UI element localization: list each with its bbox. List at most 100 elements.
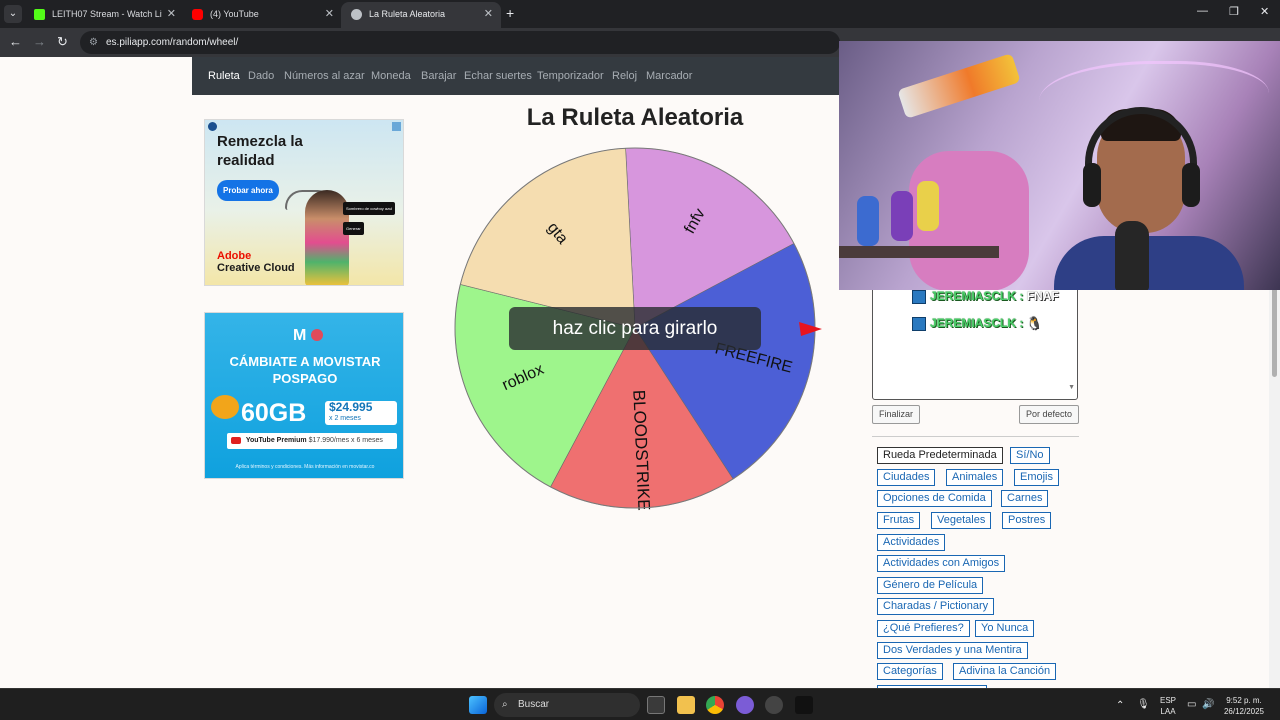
ad-cta-button[interactable]: Probar ahora bbox=[217, 180, 279, 201]
clock[interactable]: 9:52 p. m. 26/12/2025 bbox=[1222, 695, 1266, 717]
chat-message: JEREMIASCLK : 🐧 bbox=[930, 316, 1042, 330]
forward-icon[interactable]: → bbox=[33, 34, 46, 49]
address-bar[interactable]: ⚙ es.piliapp.com/random/wheel/ bbox=[80, 31, 840, 54]
file-explorer-icon[interactable] bbox=[677, 696, 695, 714]
scroll-down-icon[interactable]: ▼ bbox=[1068, 384, 1075, 391]
reload-icon[interactable]: ↻ bbox=[57, 34, 68, 50]
ad-offer-badge-icon bbox=[211, 395, 239, 419]
taskbar-search[interactable]: ⌕ Buscar bbox=[494, 693, 640, 717]
tab-title: (4) YouTube bbox=[210, 9, 259, 19]
ad-prompt-chip: Sombrero de cowboy azul bbox=[343, 202, 396, 215]
preset-rueda-predeterminada[interactable]: Rueda Predeterminada bbox=[877, 447, 1003, 464]
kick-icon bbox=[34, 9, 45, 20]
volume-icon[interactable]: 🔊 bbox=[1202, 699, 1214, 710]
nav-numeros[interactable]: Números al azar bbox=[284, 70, 365, 82]
movistar-logo: M bbox=[293, 327, 307, 344]
streamer-shirt bbox=[1054, 236, 1244, 290]
preset-ciudades[interactable]: Ciudades bbox=[877, 469, 936, 486]
headphone-cup bbox=[1182, 163, 1200, 207]
adchoices-icon[interactable] bbox=[392, 122, 401, 131]
network-icon[interactable]: ▭ bbox=[1187, 699, 1196, 710]
chat-username: JEREMIASCLK bbox=[930, 289, 1017, 303]
keyboard-layout: LAA bbox=[1160, 707, 1176, 716]
preset-postres[interactable]: Postres bbox=[1002, 512, 1052, 529]
nav-moneda[interactable]: Moneda bbox=[371, 70, 411, 82]
site-info-icon[interactable]: ⚙ bbox=[89, 31, 98, 54]
preset-que-prefieres[interactable]: ¿Qué Prefieres? bbox=[877, 620, 970, 637]
preset-si-no[interactable]: Sí/No bbox=[1010, 447, 1050, 464]
close-icon[interactable]: ✕ bbox=[325, 2, 334, 26]
nav-echar-suertes[interactable]: Echar suertes bbox=[464, 70, 532, 82]
nav-marcador[interactable]: Marcador bbox=[646, 70, 692, 82]
preset-dos-verdades[interactable]: Dos Verdades y una Mentira bbox=[877, 642, 1028, 659]
taskbar-search-label: Buscar bbox=[518, 699, 550, 710]
chrome-icon[interactable] bbox=[706, 696, 724, 714]
preset-vegetales[interactable]: Vegetales bbox=[931, 512, 992, 529]
chat-text: 🐧 bbox=[1026, 316, 1042, 330]
search-icon: ⌕ bbox=[502, 699, 508, 710]
close-icon[interactable]: ✕ bbox=[167, 2, 176, 26]
preset-yo-nunca[interactable]: Yo Nunca bbox=[975, 620, 1035, 637]
tab-leith07[interactable]: LEITH07 Stream - Watch Live o ✕ bbox=[24, 2, 184, 28]
obs-studio-icon[interactable] bbox=[736, 696, 754, 714]
maximize-icon[interactable]: ❐ bbox=[1229, 5, 1239, 18]
webcam-overlay bbox=[839, 41, 1280, 290]
finish-button[interactable]: Finalizar bbox=[872, 405, 921, 424]
adobe-ad[interactable]: Remezcla la realidad Probar ahora Sombre… bbox=[204, 119, 404, 286]
ad-price-period: x 2 meses bbox=[329, 415, 361, 422]
spin-button[interactable]: haz clic para girarlo bbox=[509, 307, 761, 350]
preset-actividades-amigos[interactable]: Actividades con Amigos bbox=[877, 555, 1006, 572]
preset-animales[interactable]: Animales bbox=[946, 469, 1004, 486]
window-close-icon[interactable]: ✕ bbox=[1260, 5, 1269, 18]
toy-blaster bbox=[897, 53, 1021, 119]
tab-search-menu[interactable]: ⌄ bbox=[4, 5, 22, 23]
preset-frutas[interactable]: Frutas bbox=[877, 512, 921, 529]
nav-barajar[interactable]: Barajar bbox=[421, 70, 456, 82]
tab-youtube[interactable]: (4) YouTube ✕ bbox=[182, 2, 342, 28]
divider bbox=[872, 436, 1079, 437]
tab-title: LEITH07 Stream - Watch Live o bbox=[52, 9, 162, 19]
app-icon[interactable] bbox=[795, 696, 813, 714]
figurine bbox=[857, 196, 879, 246]
ad-price: $24.995 bbox=[329, 400, 373, 414]
microphone-icon[interactable]: 🎙 bbox=[1137, 699, 1150, 710]
browser-tab-bar: ⌄ LEITH07 Stream - Watch Live o ✕ (4) Yo… bbox=[0, 0, 1280, 28]
movistar-ad[interactable]: M CÁMBIATE A MOVISTAR POSPAGO 60GB $24.9… bbox=[204, 312, 404, 479]
preset-adivina-cancion[interactable]: Adivina la Canción bbox=[953, 663, 1057, 680]
ad-data-amount: 60GB bbox=[241, 399, 307, 427]
preset-actividades[interactable]: Actividades bbox=[877, 534, 946, 551]
ad-headline: Remezcla la realidad bbox=[217, 133, 303, 169]
clock-time: 9:52 p. m. bbox=[1226, 696, 1262, 705]
chat-text: FNAF bbox=[1026, 289, 1059, 303]
preset-categorias[interactable]: Categorías bbox=[877, 663, 943, 680]
chevron-up-icon[interactable]: ⌃ bbox=[1116, 700, 1124, 711]
ad-legal-text: Aplica términos y condiciones. Más infor… bbox=[235, 464, 375, 470]
site-navbar: Ruleta Dado Números al azar Moneda Baraj… bbox=[192, 57, 852, 95]
preset-carnes[interactable]: Carnes bbox=[1001, 490, 1049, 507]
language-indicator[interactable]: ESP LAA bbox=[1157, 695, 1179, 717]
ad-price-box: $24.995 x 2 meses bbox=[325, 401, 397, 425]
back-icon[interactable]: ← bbox=[9, 34, 22, 49]
ad-brand-product: Creative Cloud bbox=[217, 262, 295, 274]
nav-ruleta[interactable]: Ruleta bbox=[208, 70, 240, 82]
tab-ruleta[interactable]: La Ruleta Aleatoria ✕ bbox=[341, 2, 501, 28]
app-icon[interactable] bbox=[765, 696, 783, 714]
preset-genero-pelicula[interactable]: Género de Película bbox=[877, 577, 984, 594]
ad-youtube-price: $17.990/mes x 6 meses bbox=[308, 437, 383, 444]
nav-temporizador[interactable]: Temporizador bbox=[537, 70, 604, 82]
default-button[interactable]: Por defecto bbox=[1019, 405, 1080, 424]
entries-textarea[interactable]: JEREMIASCLK : FNAF JEREMIASCLK : 🐧 ▼ bbox=[872, 280, 1078, 400]
nav-dado[interactable]: Dado bbox=[248, 70, 274, 82]
close-icon[interactable]: ✕ bbox=[484, 2, 493, 26]
widgets-icon[interactable] bbox=[647, 696, 665, 714]
windows-start-icon[interactable] bbox=[469, 696, 487, 714]
chat-message: JEREMIASCLK : FNAF bbox=[930, 289, 1059, 303]
nav-reloj[interactable]: Reloj bbox=[612, 70, 637, 82]
ad-youtube-premium: YouTube Premium $17.990/mes x 6 meses bbox=[227, 433, 397, 449]
new-tab-button[interactable]: + bbox=[506, 5, 514, 21]
globe-icon bbox=[351, 9, 362, 20]
preset-opciones-comida[interactable]: Opciones de Comida bbox=[877, 490, 992, 507]
preset-charadas[interactable]: Charadas / Pictionary bbox=[877, 598, 995, 615]
preset-emojis[interactable]: Emojis bbox=[1014, 469, 1060, 486]
minimize-icon[interactable]: — bbox=[1197, 5, 1208, 17]
